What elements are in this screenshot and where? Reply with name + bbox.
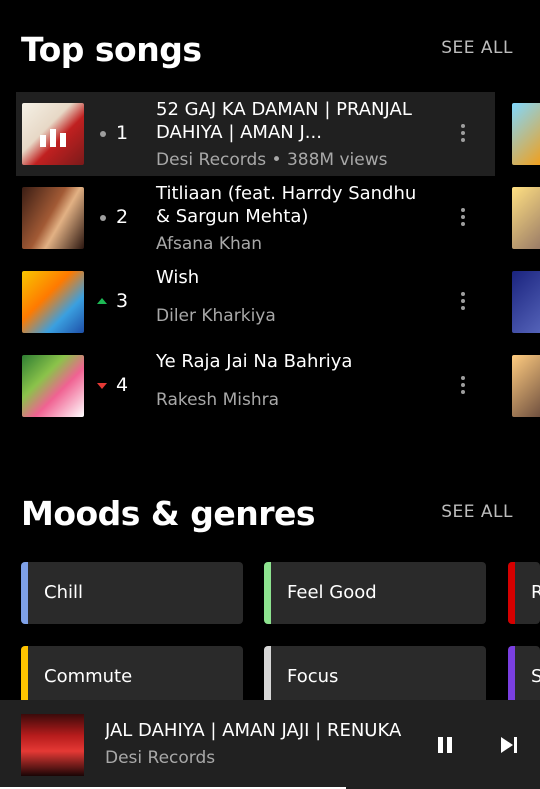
song-title: Titliaan (feat. Harrdy Sandhu & Sargun M… [156, 183, 417, 227]
chip-color-bar [264, 562, 271, 624]
more-options-icon[interactable] [453, 292, 473, 312]
song-title: 52 GAJ KA DAMAN | PRANJAL DAHIYA | AMAN … [156, 99, 412, 143]
song-thumbnail [22, 355, 84, 417]
next-column-thumbnail[interactable] [512, 103, 540, 165]
song-row-1[interactable]: 1 52 GAJ KA DAMAN | PRANJAL DAHIYA | AMA… [16, 92, 495, 176]
player-thumbnail [21, 714, 84, 776]
more-options-icon[interactable] [453, 208, 473, 228]
section-title-moods-genres: Moods & genres [21, 494, 316, 533]
next-column-thumbnail[interactable] [512, 187, 540, 249]
song-thumbnail [22, 271, 84, 333]
chip-label: Focus [287, 666, 339, 687]
song-rank: 2 [116, 206, 129, 228]
trend-down-icon [97, 383, 107, 389]
chip-color-bar [508, 562, 515, 624]
more-options-icon[interactable] [453, 124, 473, 144]
mood-chip-partial[interactable]: S [508, 646, 540, 708]
chip-label: Feel Good [287, 582, 377, 603]
section-title-top-songs: Top songs [21, 30, 202, 69]
player-song-title: JAL DAHIYA | AMAN JAJI | RENUKA [105, 720, 402, 741]
chip-label: R [531, 582, 540, 603]
trend-up-icon [97, 298, 107, 304]
chip-color-bar [264, 646, 271, 708]
song-title: Wish [156, 267, 200, 288]
skip-next-icon [501, 737, 517, 753]
see-all-top-songs-button[interactable]: SEE ALL [441, 38, 513, 58]
song-rank: 3 [116, 290, 129, 312]
chip-label: S [531, 666, 540, 687]
chip-label: Commute [44, 666, 133, 687]
song-subtitle: Afsana Khan [156, 234, 262, 254]
song-subtitle: Rakesh Mishra [156, 390, 280, 410]
song-title: Ye Raja Jai Na Bahriya [156, 351, 353, 372]
song-rank: 1 [116, 122, 129, 144]
song-thumbnail [22, 103, 84, 165]
now-playing-icon [38, 125, 68, 147]
see-all-moods-button[interactable]: SEE ALL [441, 502, 513, 522]
pause-button[interactable] [430, 730, 460, 760]
song-row-4[interactable]: 4 Ye Raja Jai Na Bahriya Rakesh Mishra [16, 344, 495, 428]
player-song-subtitle: Desi Records [105, 748, 216, 768]
song-subtitle: Desi Records • 388M views [156, 150, 388, 170]
song-rank: 4 [116, 374, 129, 396]
trend-same-icon [100, 131, 106, 137]
next-column-thumbnail[interactable] [512, 355, 540, 417]
trend-same-icon [100, 215, 106, 221]
mood-chip-commute[interactable]: Commute [21, 646, 243, 708]
song-thumbnail [22, 187, 84, 249]
next-column-thumbnail[interactable] [512, 271, 540, 333]
mood-chip-feel-good[interactable]: Feel Good [264, 562, 486, 624]
mood-chip-chill[interactable]: Chill [21, 562, 243, 624]
chip-color-bar [21, 562, 28, 624]
more-options-icon[interactable] [453, 376, 473, 396]
chip-label: Chill [44, 582, 83, 603]
mood-chip-focus[interactable]: Focus [264, 646, 486, 708]
mood-chip-partial[interactable]: R [508, 562, 540, 624]
pause-icon [438, 737, 452, 753]
song-subtitle: Diler Kharkiya [156, 306, 276, 326]
mini-player[interactable]: JAL DAHIYA | AMAN JAJI | RENUKA Desi Rec… [0, 700, 540, 789]
chip-color-bar [508, 646, 515, 708]
skip-next-button[interactable] [494, 730, 524, 760]
chip-color-bar [21, 646, 28, 708]
song-row-2[interactable]: 2 Titliaan (feat. Harrdy Sandhu & Sargun… [16, 176, 495, 260]
song-row-3[interactable]: 3 Wish Diler Kharkiya [16, 260, 495, 344]
